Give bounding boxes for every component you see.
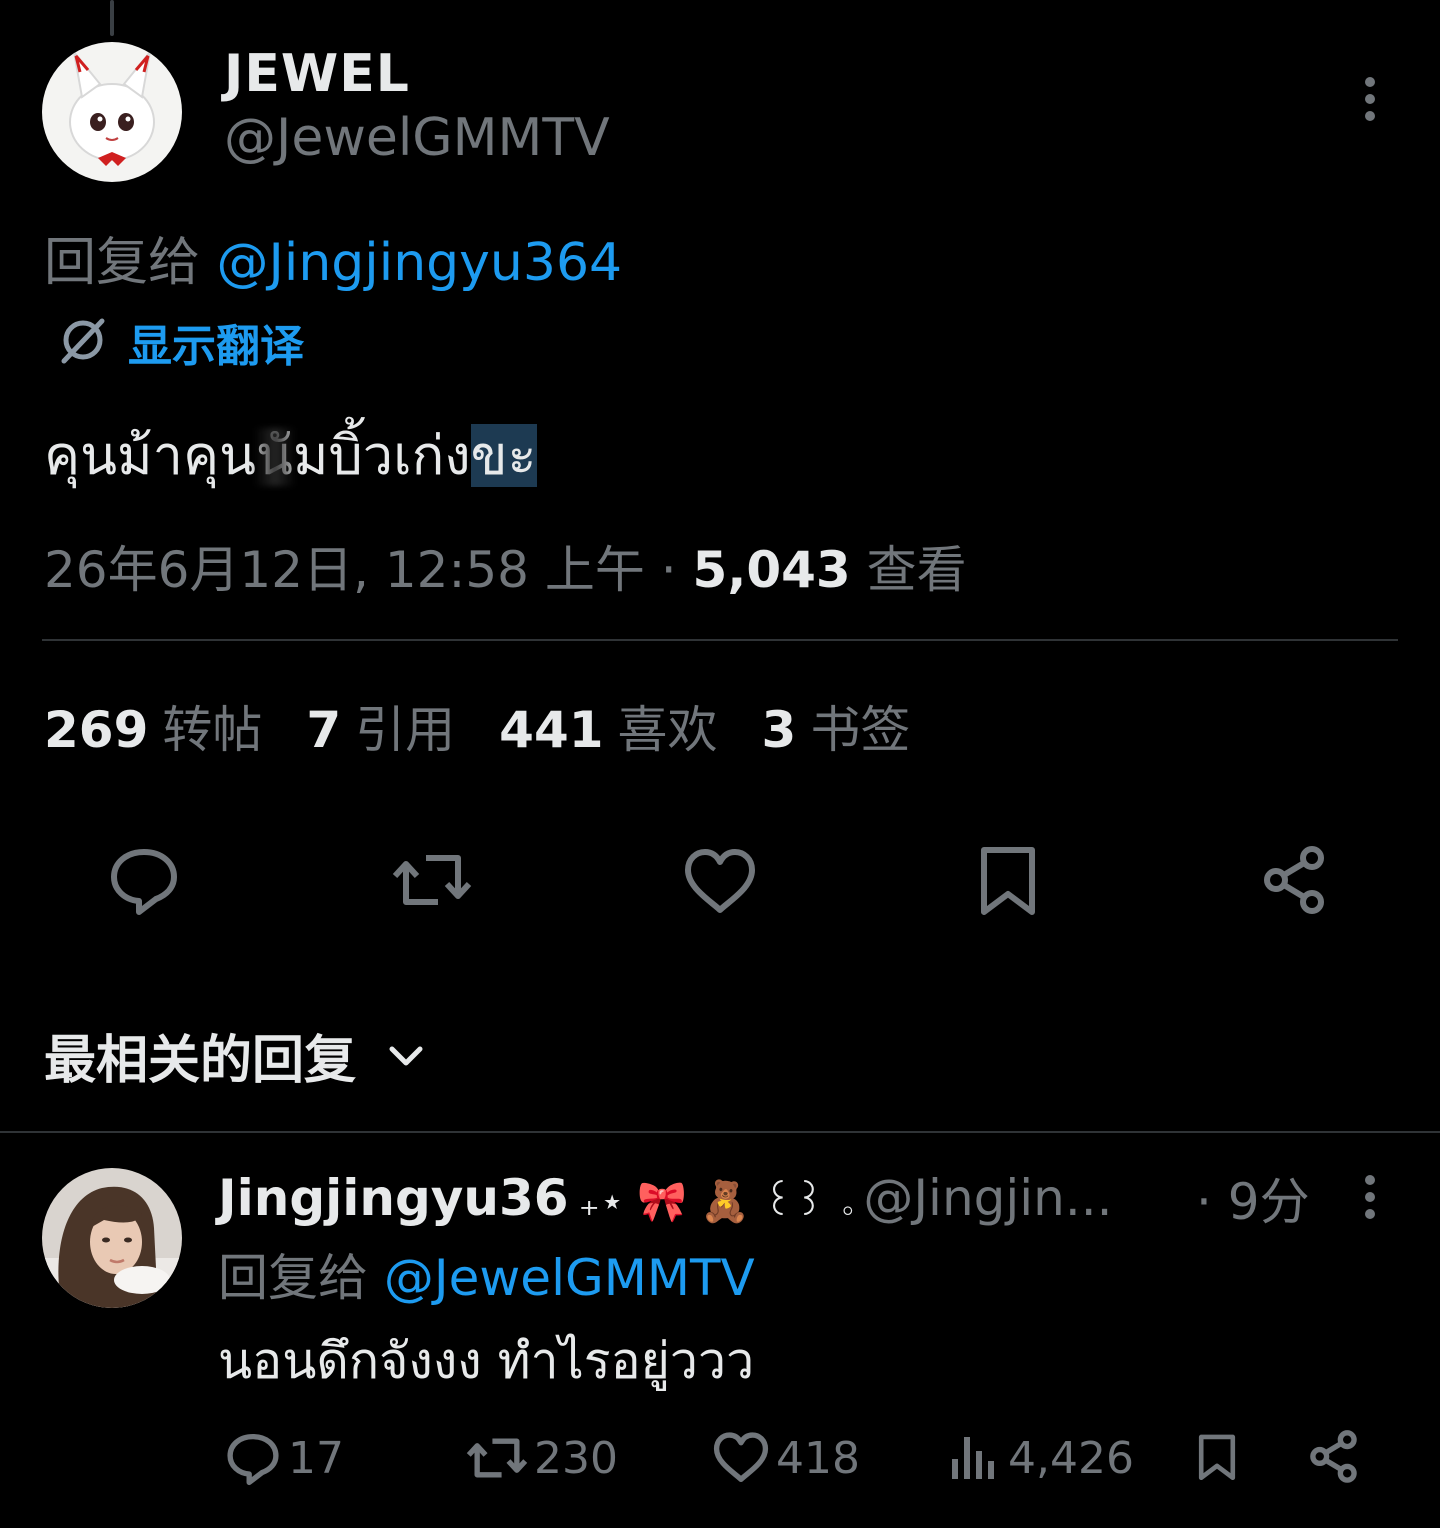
views-icon <box>948 1429 1002 1487</box>
views-count: 4,426 <box>1008 1432 1134 1484</box>
repost-count: 230 <box>534 1432 618 1484</box>
tweet-timestamp[interactable]: 26年6月12日, 12:58 上午 <box>44 541 645 599</box>
bookmark-icon[interactable] <box>970 844 1046 920</box>
stat-quotes[interactable]: 7 引用 <box>306 690 455 762</box>
reply-more-options-icon[interactable] <box>1360 1172 1380 1222</box>
reply-prefix: 回复给 <box>218 1249 368 1307</box>
chevron-down-icon <box>386 1041 426 1071</box>
stat-number: 269 <box>44 701 149 759</box>
tweet-text-part-1: คุนม้าคุน <box>44 424 256 487</box>
bookmark-icon <box>1192 1428 1242 1488</box>
stat-number: 7 <box>306 701 342 759</box>
reply-bookmark-button[interactable] <box>1192 1426 1242 1490</box>
share-icon <box>1306 1429 1364 1487</box>
stat-label: 喜欢 <box>617 701 718 759</box>
reply-author-handle[interactable]: @Jingjin... <box>863 1169 1112 1227</box>
reply-icon[interactable] <box>106 842 182 918</box>
reply-share-button[interactable] <box>1306 1426 1364 1490</box>
stat-label: 转帖 <box>162 701 263 759</box>
reply-replying-to-line: 回复给 @JewelGMMTV <box>218 1238 755 1310</box>
stat-number: 441 <box>499 701 604 759</box>
reply-repost-button[interactable]: 230 <box>466 1426 618 1490</box>
like-icon <box>712 1429 770 1487</box>
reply-mention-link[interactable]: @JewelGMMTV <box>384 1249 755 1307</box>
thread-connector-line <box>110 0 114 36</box>
engagement-stats: 269 转帖 7 引用 441 喜欢 3 书签 <box>44 690 954 762</box>
reply-author-name[interactable]: Jingjingyu36 <box>218 1169 569 1227</box>
redaction-blur <box>254 428 296 486</box>
reply-views-button[interactable]: 4,426 <box>948 1426 1134 1490</box>
tweet-text-highlight: ขะ <box>470 424 537 487</box>
reply-name-emoji: ₊⋆ 🎀 🧸 ꒰꒱ ｡ <box>578 1178 854 1225</box>
reply-text: นอนดึกจังงง ทำไรอยู่ววว <box>218 1332 755 1390</box>
stat-bookmarks[interactable]: 3 书签 <box>762 690 911 762</box>
translate-label: 显示翻译 <box>128 321 304 372</box>
translate-icon <box>56 313 110 371</box>
author-display-name[interactable]: JEWEL <box>224 44 410 104</box>
reply-mention-link[interactable]: @Jingjingyu364 <box>217 233 623 293</box>
reply-like-button[interactable]: 418 <box>712 1426 860 1490</box>
reply-sort-selector[interactable]: 最相关的回复 <box>44 1018 426 1093</box>
repost-icon[interactable] <box>392 842 472 918</box>
views-label: 查看 <box>866 541 967 599</box>
reply-icon <box>224 1429 282 1487</box>
author-avatar[interactable] <box>42 42 182 182</box>
reply-reply-button[interactable]: 17 <box>224 1426 344 1490</box>
reply-header: Jingjingyu36 ₊⋆ 🎀 🧸 ꒰꒱ ｡ @Jingjin... <box>218 1164 1113 1232</box>
like-count: 418 <box>776 1432 860 1484</box>
divider <box>0 1131 1440 1133</box>
meta-separator: · <box>644 541 693 599</box>
like-icon[interactable] <box>682 844 758 920</box>
stat-likes[interactable]: 441 喜欢 <box>499 690 717 762</box>
divider <box>42 639 1398 641</box>
views-count: 5,043 <box>692 541 851 599</box>
stat-label: 引用 <box>355 701 456 759</box>
stat-reposts[interactable]: 269 转帖 <box>44 690 262 762</box>
tweet-meta: 26年6月12日, 12:58 上午 · 5,043 查看 <box>44 530 967 602</box>
reply-time[interactable]: · 9分 <box>1196 1164 1310 1232</box>
reply-prefix: 回复给 <box>44 233 201 293</box>
share-icon[interactable] <box>1258 844 1334 920</box>
stat-label: 书签 <box>810 701 911 759</box>
replying-to-line: 回复给 @Jingjingyu364 <box>44 220 622 295</box>
reply-author-avatar[interactable] <box>42 1168 182 1308</box>
stat-number: 3 <box>761 701 797 759</box>
repost-icon <box>466 1429 528 1487</box>
show-translation-button[interactable]: 显示翻译 <box>56 312 304 372</box>
sort-label: 最相关的回复 <box>44 1031 357 1091</box>
more-options-icon[interactable] <box>1360 74 1380 124</box>
reply-count: 17 <box>288 1432 344 1484</box>
author-handle[interactable]: @JewelGMMTV <box>224 108 610 168</box>
